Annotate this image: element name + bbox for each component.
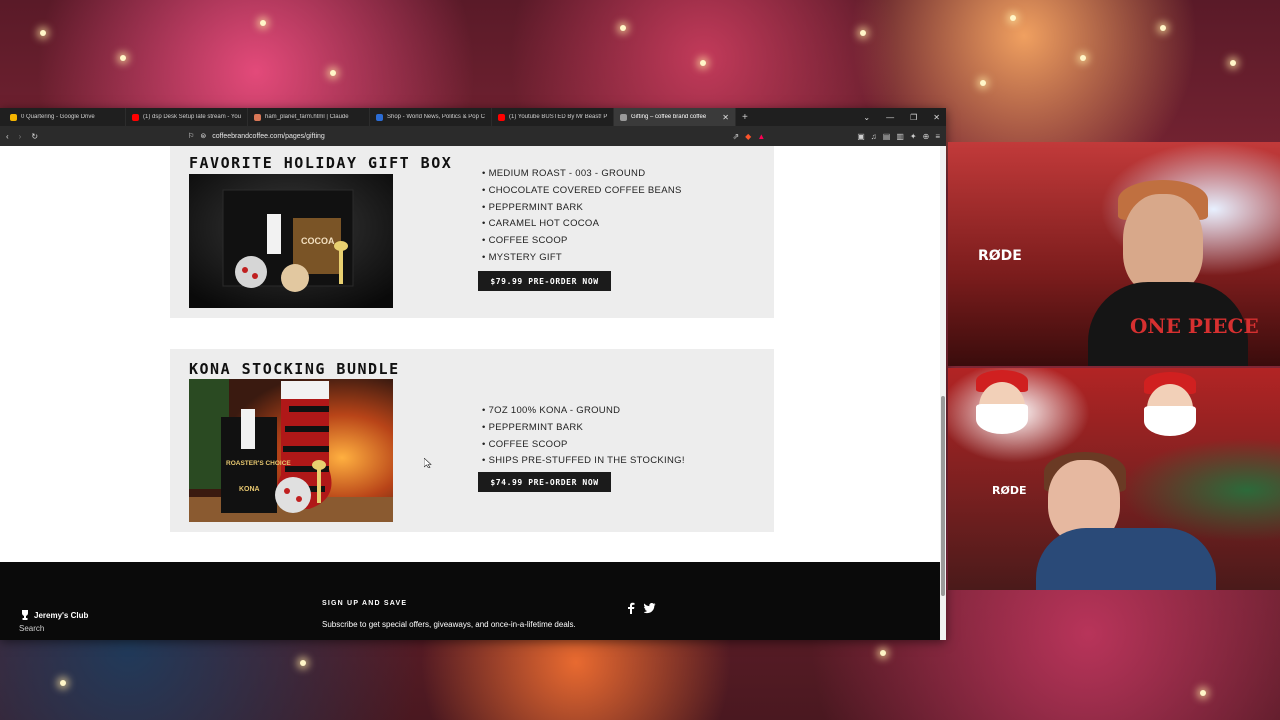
- url-field[interactable]: ⚐ ⊜ coffeebrandcoffee.com/pages/gifting: [188, 129, 708, 143]
- vpn-icon[interactable]: ⊕: [923, 132, 930, 141]
- site-info-icon[interactable]: ⊜: [200, 132, 206, 140]
- feature-item: SHIPS PRE-STUFFED IN THE STOCKING!: [482, 453, 685, 470]
- tab-label: ham_planet_farm.html | Claude: [265, 114, 349, 120]
- site-footer: SIGN UP AND SAVE Subscribe to get specia…: [0, 562, 940, 640]
- product-image[interactable]: ROASTER'S CHOICE KONA: [189, 379, 393, 522]
- sweater-text: ONE PIECE: [1130, 314, 1259, 338]
- tab-youtube-desk-setup[interactable]: (1) dsp Desk Setup late stream - You: [126, 108, 248, 126]
- mic-label: RØDE: [992, 484, 1027, 497]
- feature-item: COFFEE SCOOP: [482, 233, 682, 250]
- social-links: [626, 602, 656, 614]
- address-bar: ‹ › ↻ ⚐ ⊜ coffeebrandcoffee.com/pages/gi…: [0, 126, 946, 146]
- tab-google-drive[interactable]: 0 Quartering - Google Drive: [4, 108, 126, 126]
- product-card: FAVORITE HOLIDAY GIFT BOX COCOA • MEDIUM…: [170, 146, 774, 318]
- brave-rewards-icon[interactable]: ▲: [757, 132, 765, 141]
- roasters-choice-label: ROASTER'S CHOICE: [226, 460, 291, 467]
- page-viewport: FAVORITE HOLIDAY GIFT BOX COCOA • MEDIUM…: [0, 146, 946, 640]
- tab-label: 0 Quartering - Google Drive: [21, 114, 95, 120]
- tab-label: Shop - World News, Politics & Pop C: [387, 114, 485, 120]
- brave-shield-icon[interactable]: ◆: [745, 132, 751, 141]
- close-window-icon[interactable]: ✕: [933, 113, 940, 122]
- streamer-1-face: [1123, 194, 1203, 294]
- feature-item: CARAMEL HOT COCOA: [482, 216, 682, 233]
- wallet-icon[interactable]: ▥: [896, 132, 904, 141]
- mic-label: RØDE: [978, 248, 1022, 264]
- claude-icon: [254, 113, 261, 121]
- webcam-feed-2: RØDE: [948, 368, 1280, 590]
- preorder-button[interactable]: $74.99 PRE-ORDER NOW: [478, 472, 611, 492]
- facebook-icon[interactable]: [626, 602, 636, 614]
- coffee-brand-icon: [620, 113, 627, 121]
- feature-item: MEDIUM ROAST - 003 - GROUND: [482, 166, 682, 183]
- santa-decoration: [976, 404, 1028, 434]
- webcam-feed-1: ONE PIECE RØDE: [948, 142, 1280, 366]
- streamer-2-sweater: [1036, 528, 1216, 590]
- feature-list: 7OZ 100% KONA - GROUND PEPPERMINT BARK C…: [482, 403, 685, 470]
- feature-list: MEDIUM ROAST - 003 - GROUND CHOCOLATE CO…: [482, 166, 682, 267]
- reload-icon[interactable]: ↻: [31, 132, 38, 141]
- feature-item: MYSTERY GIFT: [482, 250, 682, 267]
- product-image[interactable]: COCOA: [189, 174, 393, 308]
- tab-gifting[interactable]: Gifting – coffee brand coffee ✕: [614, 108, 736, 126]
- tab-youtube-busted[interactable]: (1) Youtube BUSTED By Mr Beast! Pr: [492, 108, 614, 126]
- chevron-down-icon[interactable]: ⌄: [863, 113, 870, 122]
- puzzle-icon[interactable]: ✦: [910, 132, 917, 141]
- trophy-icon: [22, 610, 28, 620]
- feature-item: COFFEE SCOOP: [482, 437, 685, 454]
- footer-heading: SIGN UP AND SAVE: [322, 600, 408, 607]
- club-badge: Jeremy's Club: [20, 608, 88, 622]
- sidebar-icon[interactable]: ▣: [857, 132, 865, 141]
- window-controls: ⌄ — ❐ ✕: [863, 108, 940, 126]
- close-tab-icon[interactable]: ✕: [722, 113, 729, 122]
- feature-item: CHOCOLATE COVERED COFFEE BEANS: [482, 183, 682, 200]
- tab-label: (1) Youtube BUSTED By Mr Beast! Pr: [509, 114, 607, 120]
- new-tab-icon[interactable]: +: [742, 112, 748, 123]
- twitter-icon[interactable]: [644, 602, 656, 614]
- scrollbar[interactable]: [940, 146, 946, 640]
- browser-window: 0 Quartering - Google Drive (1) dsp Desk…: [0, 108, 946, 640]
- tab-claude[interactable]: ham_planet_farm.html | Claude: [248, 108, 370, 126]
- youtube-icon: [498, 113, 505, 121]
- back-icon[interactable]: ‹: [6, 132, 9, 141]
- menu-icon[interactable]: ≡: [935, 132, 940, 141]
- scrollbar-thumb[interactable]: [941, 396, 945, 596]
- restore-icon[interactable]: ❐: [910, 113, 917, 122]
- product-title: KONA STOCKING BUNDLE: [189, 360, 400, 378]
- tab-bar: 0 Quartering - Google Drive (1) dsp Desk…: [0, 108, 946, 126]
- tab-label: Gifting – coffee brand coffee: [631, 114, 707, 120]
- google-drive-icon: [10, 113, 17, 121]
- mouse-cursor-icon: [424, 458, 432, 468]
- extensions-icon[interactable]: ♫: [871, 132, 877, 141]
- cocoa-label: COCOA: [301, 236, 335, 246]
- url-text: coffeebrandcoffee.com/pages/gifting: [212, 132, 325, 140]
- tab-label: (1) dsp Desk Setup late stream - You: [143, 114, 241, 120]
- tab-shop[interactable]: Shop - World News, Politics & Pop C: [370, 108, 492, 126]
- product-card: KONA STOCKING BUNDLE ROASTER'S CHOICE KO…: [170, 349, 774, 532]
- reader-icon[interactable]: ▤: [883, 132, 891, 141]
- club-label: Jeremy's Club: [34, 610, 89, 620]
- forward-icon[interactable]: ›: [19, 132, 22, 141]
- footer-search-link[interactable]: Search: [19, 624, 44, 633]
- kona-label: KONA: [239, 486, 260, 493]
- extension-icons: ⇗ ◆ ▲ ▣ ♫ ▤ ▥ ✦ ⊕ ≡: [732, 132, 940, 141]
- shop-icon: [376, 113, 383, 121]
- share-icon[interactable]: ⇗: [732, 132, 739, 141]
- feature-item: PEPPERMINT BARK: [482, 200, 682, 217]
- footer-subscribe-text: Subscribe to get special offers, giveawa…: [322, 620, 576, 629]
- bookmark-icon[interactable]: ⚐: [188, 132, 194, 140]
- minimize-icon[interactable]: —: [886, 113, 894, 122]
- preorder-button[interactable]: $79.99 PRE-ORDER NOW: [478, 271, 611, 291]
- product-title: FAVORITE HOLIDAY GIFT BOX: [189, 154, 453, 172]
- youtube-icon: [132, 113, 139, 121]
- feature-item: PEPPERMINT BARK: [482, 420, 685, 437]
- feature-item: 7OZ 100% KONA - GROUND: [482, 403, 685, 420]
- santa-decoration: [1144, 406, 1196, 436]
